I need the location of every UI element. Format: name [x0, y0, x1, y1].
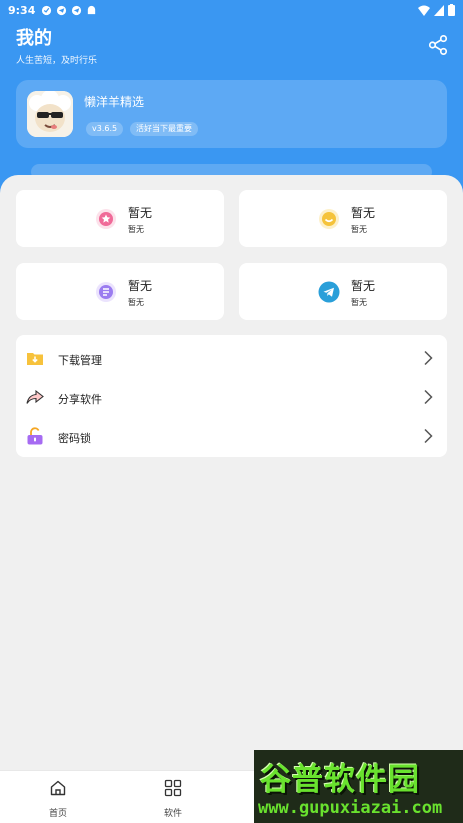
grid-card-subtitle: 暂无: [128, 298, 144, 307]
menu-item-share-app[interactable]: 分享软件: [16, 377, 447, 415]
menu-item-label: 密码锁: [58, 432, 91, 445]
telegram-notification-icon: [57, 5, 67, 15]
status-right: [418, 4, 455, 16]
menu-item-password-lock[interactable]: 密码锁: [16, 416, 447, 454]
download-folder-icon: [27, 353, 43, 365]
status-time: 9:34: [8, 3, 36, 17]
menu-list: 下载管理 分享软件 密码锁: [16, 335, 447, 457]
signal-icon: [434, 4, 444, 16]
menu-item-label: 分享软件: [58, 393, 102, 406]
document-badge-icon: [96, 282, 116, 302]
chevron-right-icon: [424, 350, 433, 366]
grid-card-4[interactable]: 暂无 暂无: [239, 263, 447, 320]
unlock-icon: [27, 427, 43, 445]
grid-card-title: 暂无: [128, 279, 153, 293]
grid-card-subtitle: 暂无: [128, 225, 144, 234]
grid-card-3[interactable]: 暂无 暂无: [16, 263, 224, 320]
nav-home[interactable]: 首页: [33, 779, 83, 819]
version-badge: v3.6.5: [86, 122, 124, 136]
watermark-title: 谷普软件园: [260, 762, 420, 798]
android-icon: [88, 5, 96, 14]
nav-software[interactable]: 软件: [148, 779, 198, 819]
page-header: 我的 人生苦短，及时行乐: [16, 28, 97, 66]
nav-label: 首页: [48, 809, 67, 819]
chevron-right-icon: [424, 428, 433, 444]
app-logo: [27, 91, 73, 137]
star-badge-icon: [96, 209, 116, 229]
share-arrow-icon: [26, 389, 44, 404]
grid-card-subtitle: 暂无: [351, 225, 367, 234]
menu-item-label: 下载管理: [58, 354, 102, 367]
app-name: 懒洋羊精选: [84, 95, 145, 109]
home-icon: [50, 780, 66, 796]
nav-label: 软件: [163, 809, 182, 819]
grid-icon: [164, 779, 182, 797]
menu-item-download-manager[interactable]: 下载管理: [16, 338, 447, 376]
grid-card-subtitle: 暂无: [351, 298, 367, 307]
status-bar: 9:34: [0, 0, 463, 20]
telegram-notification-icon: [72, 5, 82, 15]
grid-card-title: 暂无: [351, 206, 376, 220]
app-info-card[interactable]: 懒洋羊精选 v3.6.5 活好当下最重要: [16, 80, 447, 148]
watermark-overlay: 谷普软件园 www.gupuxiazai.com: [254, 750, 463, 823]
sheep-avatar-icon: [27, 91, 73, 137]
battery-icon: [448, 4, 455, 16]
page-title: 我的: [16, 28, 52, 49]
chevron-right-icon: [424, 389, 433, 405]
grid-card-title: 暂无: [351, 279, 376, 293]
notification-icon: [42, 5, 52, 15]
page-subtitle: 人生苦短，及时行乐: [16, 56, 98, 66]
watermark-url: www.gupuxiazai.com: [258, 798, 443, 818]
grid-card-1[interactable]: 暂无 暂无: [16, 190, 224, 247]
grid-card-2[interactable]: 暂无 暂无: [239, 190, 447, 247]
grid-card-title: 暂无: [128, 206, 153, 220]
share-icon[interactable]: [427, 34, 449, 56]
wifi-icon: [418, 5, 430, 16]
telegram-icon: [318, 281, 340, 303]
motto-badge: 活好当下最重要: [130, 122, 198, 136]
smile-badge-icon: [319, 209, 339, 229]
